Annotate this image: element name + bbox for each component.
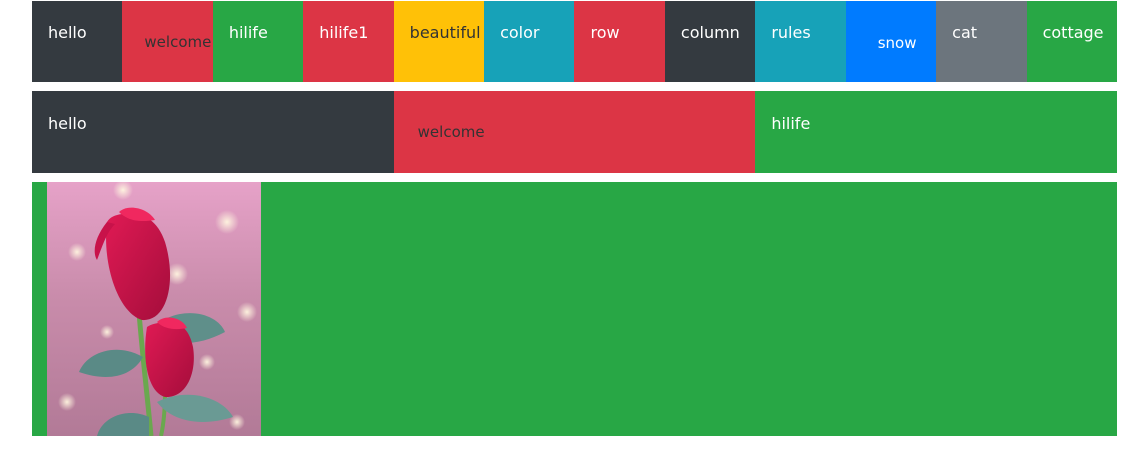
page: hello welcome hilife hilife1 beautiful c…	[0, 0, 1123, 460]
column-beautiful: beautiful	[393, 1, 485, 82]
column-label: hilife	[771, 114, 811, 133]
column-hilife: hilife	[755, 91, 1117, 173]
column-label: cottage	[1042, 23, 1104, 42]
column-cottage: cottage	[1026, 1, 1117, 82]
rose-image	[47, 182, 261, 436]
rose-photo-icon	[47, 182, 261, 436]
column-label: row	[590, 23, 620, 42]
column-label: beautiful	[409, 23, 481, 42]
column-hilife: hilife	[212, 1, 304, 82]
column-label: hilife	[228, 23, 268, 42]
column-label: hello	[48, 23, 87, 42]
column-hilife1: hilife1	[303, 1, 394, 82]
color-row-three-columns: hello welcome hilife	[32, 91, 1117, 173]
column-color: color	[484, 1, 575, 82]
column-label: rules	[771, 23, 811, 42]
column-hello: hello	[32, 91, 394, 173]
column-label: cat	[952, 23, 978, 42]
column-label: hilife1	[319, 23, 369, 42]
column-label: hello	[48, 114, 87, 133]
column-column: column	[664, 1, 756, 82]
column-snow: snow	[845, 1, 937, 82]
column-label: welcome	[417, 123, 485, 141]
column-welcome: welcome	[393, 91, 756, 173]
column-hello: hello	[32, 1, 123, 82]
column-rules: rules	[755, 1, 846, 82]
column-label: snow	[877, 34, 917, 52]
color-row-twelve-columns: hello welcome hilife hilife1 beautiful c…	[32, 1, 1117, 82]
image-row	[32, 182, 1117, 436]
column-label: column	[680, 23, 740, 42]
column-row: row	[574, 1, 665, 82]
column-label: color	[500, 23, 540, 42]
column-label: welcome	[144, 33, 212, 51]
column-welcome: welcome	[122, 1, 213, 82]
column-cat: cat	[936, 1, 1027, 82]
